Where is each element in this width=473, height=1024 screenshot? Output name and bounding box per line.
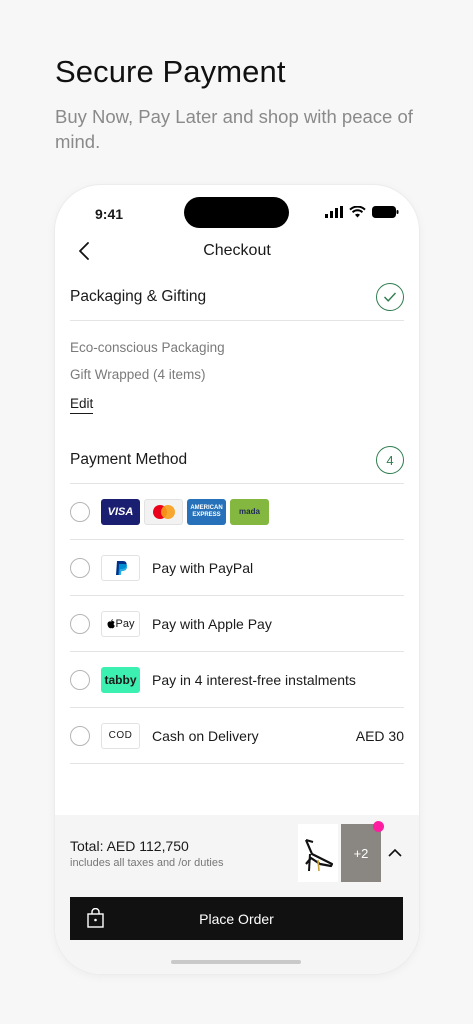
page-title: Checkout (203, 242, 271, 259)
chevron-up-icon[interactable] (387, 845, 403, 861)
radio-button[interactable] (70, 725, 90, 746)
more-items-count: +2 (353, 845, 369, 861)
promo-subtitle: Buy Now, Pay Later and shop with peace o… (55, 106, 413, 152)
radio-button[interactable] (70, 669, 90, 690)
cod-label: Cash on Delivery (152, 727, 259, 744)
amex-logo: AMERICAN EXPRESS (187, 498, 226, 525)
step-badge: 4 (376, 446, 404, 474)
apple-pay-label: Pay with Apple Pay (152, 615, 272, 632)
eco-packaging-text: Eco-conscious Packaging (70, 340, 225, 355)
checkmark-icon (376, 283, 404, 311)
gift-wrap-text: Gift Wrapped (4 items) (70, 367, 206, 382)
paypal-label: Pay with PayPal (152, 559, 254, 576)
payment-section-header: Payment Method 4 (70, 446, 404, 474)
order-total: Total: AED 112,750 (70, 838, 189, 854)
product-thumbnail-bag[interactable]: +2 (341, 824, 381, 882)
packaging-section-header[interactable]: Packaging & Gifting (70, 283, 404, 311)
cod-logo: COD (101, 722, 140, 749)
radio-button[interactable] (70, 501, 90, 522)
edit-link[interactable]: Edit (70, 396, 94, 414)
signal-icon (325, 206, 343, 218)
packaging-label: Packaging & Gifting (70, 288, 207, 305)
payment-option-cod[interactable]: COD Cash on Delivery AED 30 (70, 708, 404, 764)
payment-option-card[interactable]: VISA AMERICAN EXPRESS mada (70, 484, 404, 540)
status-icons (325, 206, 399, 218)
checkout-footer: Total: AED 112,750 includes all taxes an… (55, 815, 419, 974)
wifi-icon (349, 206, 366, 218)
payment-option-tabby[interactable]: tabby Pay in 4 interest-free instalments (70, 652, 404, 708)
visa-logo: VISA (101, 498, 140, 525)
battery-icon (372, 206, 399, 218)
home-indicator (171, 960, 301, 964)
promo-title: Secure Payment (55, 54, 286, 89)
notification-dot (373, 821, 384, 832)
tabby-label: Pay in 4 interest-free instalments (152, 671, 356, 688)
divider (70, 320, 404, 321)
place-order-label: Place Order (199, 910, 274, 927)
cod-fee: AED 30 (355, 727, 404, 744)
tabby-logo: tabby (101, 666, 140, 693)
paypal-icon (101, 554, 140, 581)
apple-pay-text: Pay (115, 617, 135, 630)
phone-frame: 9:41 Checkout Packaging & Gifting Eco-co… (55, 185, 419, 974)
radio-button[interactable] (70, 557, 90, 578)
status-time: 9:41 (95, 206, 124, 222)
product-thumbnail-heels[interactable] (298, 824, 338, 882)
payment-option-paypal[interactable]: Pay with PayPal (70, 540, 404, 596)
place-order-button[interactable]: Place Order (70, 897, 403, 940)
radio-button[interactable] (70, 613, 90, 634)
mastercard-logo (144, 498, 183, 525)
shopping-bag-icon (87, 908, 104, 928)
payment-method-label: Payment Method (70, 451, 188, 468)
payment-option-apple-pay[interactable]: Pay Pay with Apple Pay (70, 596, 404, 652)
apple-pay-icon: Pay (101, 610, 140, 637)
dynamic-island (184, 197, 289, 228)
mada-logo: mada (230, 498, 269, 525)
duties-note: includes all taxes and /or duties (70, 857, 224, 869)
